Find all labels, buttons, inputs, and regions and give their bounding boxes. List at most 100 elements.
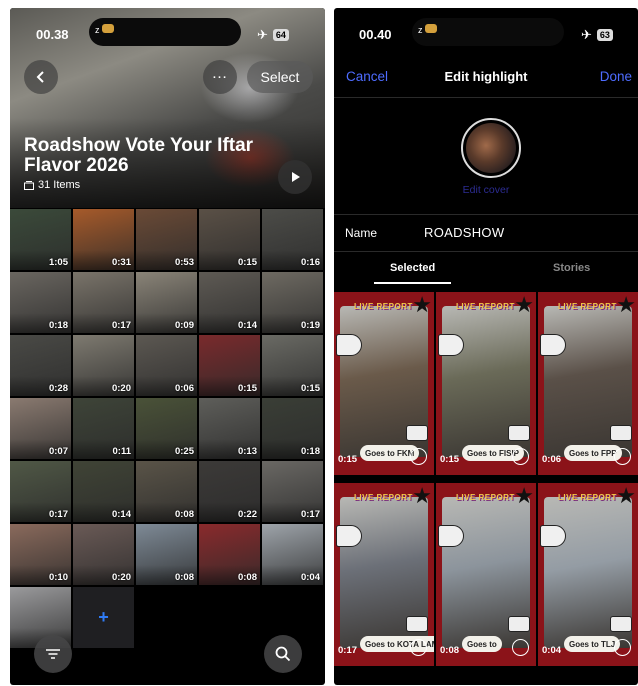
- video-duration: 0:08: [174, 509, 194, 520]
- thumbnail-item[interactable]: 0:15: [262, 335, 323, 396]
- camera-icon: [610, 616, 632, 632]
- video-duration: 0:18: [300, 446, 320, 457]
- thumbnail-item[interactable]: 0:14: [199, 272, 260, 333]
- story-header: LIVE REPORT: [558, 493, 617, 502]
- dynamic-island: z: [412, 18, 564, 46]
- select-button[interactable]: Select: [247, 61, 313, 93]
- tab-selected[interactable]: Selected: [390, 262, 435, 274]
- thumbnail-item[interactable]: 0:20: [73, 335, 134, 396]
- camera-icon: [610, 425, 632, 441]
- select-checkbox[interactable]: [512, 448, 529, 465]
- thumbnail-item[interactable]: 0:18: [10, 272, 71, 333]
- thumbnail-item[interactable]: 0:16: [262, 209, 323, 270]
- battery-indicator: 63: [596, 29, 613, 41]
- video-duration: 0:17: [48, 509, 68, 520]
- dynamic-island: z: [89, 18, 241, 46]
- thumbnail-item[interactable]: 0:18: [262, 398, 323, 459]
- back-button[interactable]: [24, 60, 58, 94]
- video-duration: 0:19: [300, 320, 320, 331]
- notification-icons: z: [95, 24, 114, 35]
- thumbnail-item[interactable]: 1:05: [10, 209, 71, 270]
- story-item[interactable]: LIVE REPORT ★ Goes to FKM 0:15: [334, 292, 434, 475]
- video-duration: 0:22: [237, 509, 257, 520]
- story-header: LIVE REPORT: [354, 493, 413, 502]
- star-icon: ★: [412, 483, 432, 508]
- more-button[interactable]: …: [203, 60, 237, 94]
- thumbnail-item[interactable]: 0:15: [199, 335, 260, 396]
- thumbnail-item[interactable]: 0:14: [73, 461, 134, 522]
- thumbnail-item[interactable]: 0:17: [10, 461, 71, 522]
- video-duration: 0:16: [300, 257, 320, 268]
- story-caption: Goes to: [462, 636, 502, 652]
- story-item[interactable]: LIVE REPORT ★ Goes to FPP 0:06: [538, 292, 638, 475]
- thumbnail-item[interactable]: 0:11: [73, 398, 134, 459]
- thumbnail-item[interactable]: 0:04: [262, 524, 323, 585]
- highlight-cover[interactable]: [461, 118, 521, 178]
- story-item[interactable]: LIVE REPORT ★ Goes to TLJ 0:04: [538, 483, 638, 666]
- edit-cover-link[interactable]: Edit cover: [334, 184, 638, 196]
- filter-icon: [46, 649, 60, 659]
- video-duration: 0:15: [237, 257, 257, 268]
- thumbnail-item[interactable]: 0:53: [136, 209, 197, 270]
- thumbnail-item[interactable]: 0:09: [136, 272, 197, 333]
- active-tab-indicator: [374, 282, 451, 284]
- thumbnail-item[interactable]: 0:20: [73, 524, 134, 585]
- thumbnail-item[interactable]: 0:10: [10, 524, 71, 585]
- select-checkbox[interactable]: [410, 639, 427, 656]
- album-title: Roadshow Vote Your Iftar Flavor 2026: [24, 135, 254, 176]
- story-duration: 0:06: [542, 454, 562, 465]
- thumbnail-item[interactable]: 0:17: [73, 272, 134, 333]
- story-header: LIVE REPORT: [354, 302, 413, 311]
- select-checkbox[interactable]: [614, 448, 631, 465]
- video-duration: 0:53: [174, 257, 194, 268]
- thumbnail-item[interactable]: 0:07: [10, 398, 71, 459]
- thumbnail-item[interactable]: 0:08: [136, 524, 197, 585]
- star-icon: ★: [514, 483, 534, 508]
- select-checkbox[interactable]: [512, 639, 529, 656]
- thumbnail-item[interactable]: 0:08: [136, 461, 197, 522]
- thumbnail-item[interactable]: 0:22: [199, 461, 260, 522]
- search-icon: [275, 646, 291, 662]
- video-duration: 0:17: [300, 509, 320, 520]
- thumbnail-item[interactable]: 0:13: [199, 398, 260, 459]
- story-item[interactable]: LIVE REPORT ★ Goes to 0:08: [436, 483, 536, 666]
- emoji-icon: [101, 24, 114, 33]
- video-duration: 0:11: [112, 446, 132, 457]
- story-item[interactable]: LIVE REPORT ★ Goes to FISIP 0:15: [436, 292, 536, 475]
- story-header: LIVE REPORT: [558, 302, 617, 311]
- megaphone-icon: [540, 334, 566, 356]
- filter-button[interactable]: [34, 635, 72, 673]
- thumbnail-item[interactable]: 0:17: [262, 461, 323, 522]
- name-input[interactable]: ROADSHOW: [424, 225, 504, 240]
- video-duration: 0:06: [174, 383, 194, 394]
- video-duration: 0:17: [111, 320, 131, 331]
- megaphone-icon: [336, 334, 362, 356]
- play-icon: [292, 172, 300, 182]
- play-slideshow-button[interactable]: [278, 160, 312, 194]
- thumbnail-item[interactable]: 0:06: [136, 335, 197, 396]
- story-caption: Goes to TLJ: [564, 636, 621, 652]
- select-checkbox[interactable]: [410, 448, 427, 465]
- story-duration: 0:15: [440, 454, 460, 465]
- story-header: LIVE REPORT: [456, 302, 515, 311]
- nav-bar: Cancel Edit highlight Done: [334, 64, 638, 90]
- thumbnail-item[interactable]: 0:31: [73, 209, 134, 270]
- thumbnail-item[interactable]: 0:08: [199, 524, 260, 585]
- video-duration: 0:08: [174, 572, 194, 583]
- story-duration: 0:15: [338, 454, 358, 465]
- video-duration: 0:15: [237, 383, 257, 394]
- edit-highlight-screen: 00.40 z ✈ 63 Cancel Edit highlight Done …: [334, 8, 638, 685]
- thumbnail-item[interactable]: 0:25: [136, 398, 197, 459]
- story-item[interactable]: LIVE REPORT★Goes to KOTA LAMA0:17: [334, 483, 434, 666]
- video-duration: 0:20: [111, 572, 131, 583]
- add-media-button[interactable]: +: [73, 587, 134, 648]
- video-duration: 0:28: [48, 383, 68, 394]
- done-button[interactable]: Done: [600, 69, 632, 84]
- tab-stories[interactable]: Stories: [553, 262, 590, 274]
- thumbnail-item[interactable]: 0:15: [199, 209, 260, 270]
- select-checkbox[interactable]: [614, 639, 631, 656]
- video-duration: 0:25: [174, 446, 194, 457]
- thumbnail-item[interactable]: 0:28: [10, 335, 71, 396]
- thumbnail-item[interactable]: 0:19: [262, 272, 323, 333]
- search-button[interactable]: [264, 635, 302, 673]
